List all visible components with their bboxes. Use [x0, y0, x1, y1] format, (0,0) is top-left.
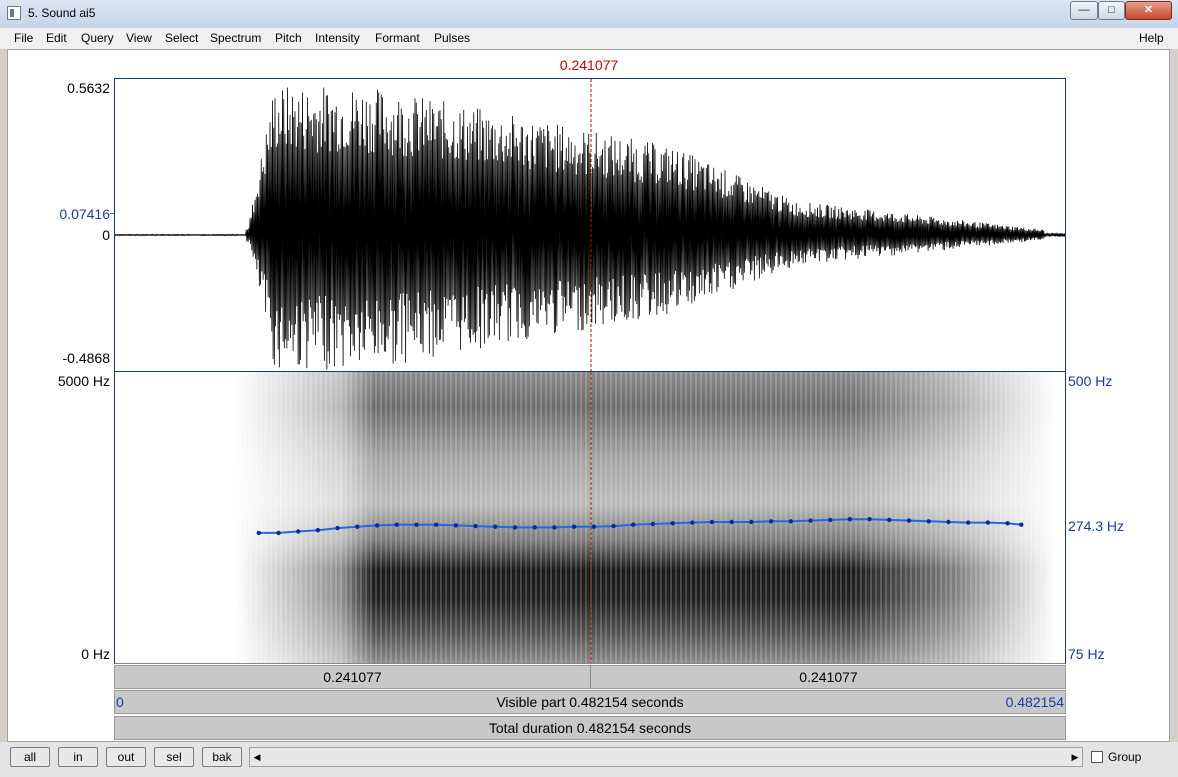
pitch-point	[532, 525, 537, 530]
zoom-selection-button[interactable]: sel	[154, 747, 194, 767]
pitch-point	[1019, 522, 1024, 527]
pitch-point	[631, 522, 636, 527]
menu-query[interactable]: Query	[81, 31, 114, 45]
pitch-point	[926, 519, 931, 524]
total-duration-bar[interactable]: Total duration 0.482154 seconds	[114, 716, 1066, 740]
menu-pulses[interactable]: Pulses	[434, 31, 470, 45]
scroll-right-arrow[interactable]: ▶	[1068, 749, 1082, 765]
pitch-point	[453, 523, 459, 528]
pitch-top-label: 500 Hz	[1068, 373, 1113, 389]
pitch-bottom-label: 75 Hz	[1068, 646, 1105, 662]
pitch-point	[414, 522, 419, 527]
menu-view[interactable]: View	[126, 31, 152, 45]
visible-start-time: 0	[116, 694, 124, 710]
zoom-back-button[interactable]: bak	[202, 747, 242, 767]
close-button[interactable]: ✕	[1125, 1, 1172, 20]
pitch-point	[670, 521, 675, 526]
group-checkbox[interactable]	[1091, 751, 1103, 763]
pitch-point	[473, 523, 478, 529]
pitch-point	[1005, 521, 1010, 526]
pitch-point	[256, 530, 261, 536]
spectrogram-bottom-freq-label: 0 Hz	[81, 646, 110, 662]
pitch-point	[650, 521, 656, 527]
menu-edit[interactable]: Edit	[46, 31, 67, 45]
pitch-point	[847, 517, 853, 522]
menu-file[interactable]: File	[14, 31, 33, 45]
pitch-point	[729, 519, 734, 525]
pitch-point	[985, 520, 991, 525]
pitch-point	[690, 520, 695, 525]
pitch-point	[591, 524, 596, 529]
spectrogram-plot	[235, 372, 1055, 663]
menu-pitch[interactable]: Pitch	[275, 31, 302, 45]
pitch-point	[296, 529, 301, 534]
pitch-point	[355, 524, 360, 529]
visible-part-label: Visible part 0.482154 seconds	[496, 694, 684, 710]
app-icon	[7, 6, 21, 20]
title-bar: 5. Sound ai5 — □ ✕	[0, 0, 1178, 29]
pitch-point	[887, 517, 892, 523]
zoom-in-button[interactable]: in	[58, 747, 98, 767]
pitch-point	[276, 530, 281, 536]
waveform-panel[interactable]	[114, 78, 1066, 372]
time-left-of-cursor: 0.241077	[323, 669, 382, 685]
pitch-point	[552, 525, 557, 530]
pitch-point	[906, 518, 912, 523]
visible-part-bar[interactable]: Visible part 0.482154 seconds	[114, 690, 1066, 714]
waveform-zero-label: 0	[102, 227, 110, 243]
cursor-time-bar[interactable]: 0.241077 0.241077	[114, 665, 1066, 689]
menu-spectrum[interactable]: Spectrum	[210, 31, 261, 45]
pitch-point	[611, 523, 616, 529]
pitch-point	[512, 525, 518, 530]
zoom-all-button[interactable]: all	[10, 747, 50, 767]
menu-intensity[interactable]: Intensity	[315, 31, 360, 45]
waveform-cursor-value-label: 0.07416	[59, 206, 110, 222]
pitch-point	[571, 524, 577, 529]
waveform-max-label: 0.5632	[67, 80, 110, 96]
spectrogram-panel[interactable]	[114, 372, 1066, 664]
bottom-toolbar: all in out sel bak ◀ ▶ Group	[0, 742, 1178, 777]
pitch-point	[828, 517, 833, 523]
zoom-out-button[interactable]: out	[106, 747, 146, 767]
cursor-time-label: 0.241077	[559, 57, 619, 73]
pitch-point	[946, 519, 951, 525]
pitch-point	[374, 523, 380, 528]
menu-select[interactable]: Select	[165, 31, 198, 45]
pitch-point	[867, 517, 872, 522]
maximize-button[interactable]: □	[1098, 1, 1125, 20]
waveform-trace	[115, 87, 1065, 370]
pitch-point	[315, 528, 321, 533]
pitch-cursor-label: 274.3 Hz	[1068, 518, 1125, 534]
pitch-point	[493, 524, 498, 529]
pitch-point	[788, 519, 793, 524]
menu-bar: File Edit Query View Select Spectrum Pit…	[0, 28, 1178, 49]
pitch-point	[335, 525, 340, 531]
pitch-point	[749, 519, 754, 525]
pitch-point	[709, 519, 715, 525]
pitch-point	[808, 518, 813, 523]
menu-formant[interactable]: Formant	[375, 31, 420, 45]
visible-end-time: 0.482154	[1005, 694, 1064, 710]
pitch-point	[434, 522, 439, 527]
time-right-of-cursor: 0.241077	[799, 669, 858, 685]
group-label: Group	[1108, 750, 1142, 764]
waveform-min-label: -0.4868	[62, 350, 110, 366]
minimize-button[interactable]: —	[1070, 1, 1098, 20]
time-scrollbar[interactable]: ◀ ▶	[249, 747, 1083, 767]
pitch-point	[768, 519, 774, 524]
pitch-point	[966, 520, 971, 525]
total-duration-label: Total duration 0.482154 seconds	[488, 720, 692, 736]
menu-help[interactable]: Help	[1139, 31, 1164, 45]
waveform-plot	[115, 79, 1065, 371]
spectrogram-top-freq-label: 5000 Hz	[57, 373, 110, 389]
scroll-left-arrow[interactable]: ◀	[250, 749, 264, 765]
pitch-point	[394, 522, 399, 527]
window-title: 5. Sound ai5	[28, 6, 96, 20]
